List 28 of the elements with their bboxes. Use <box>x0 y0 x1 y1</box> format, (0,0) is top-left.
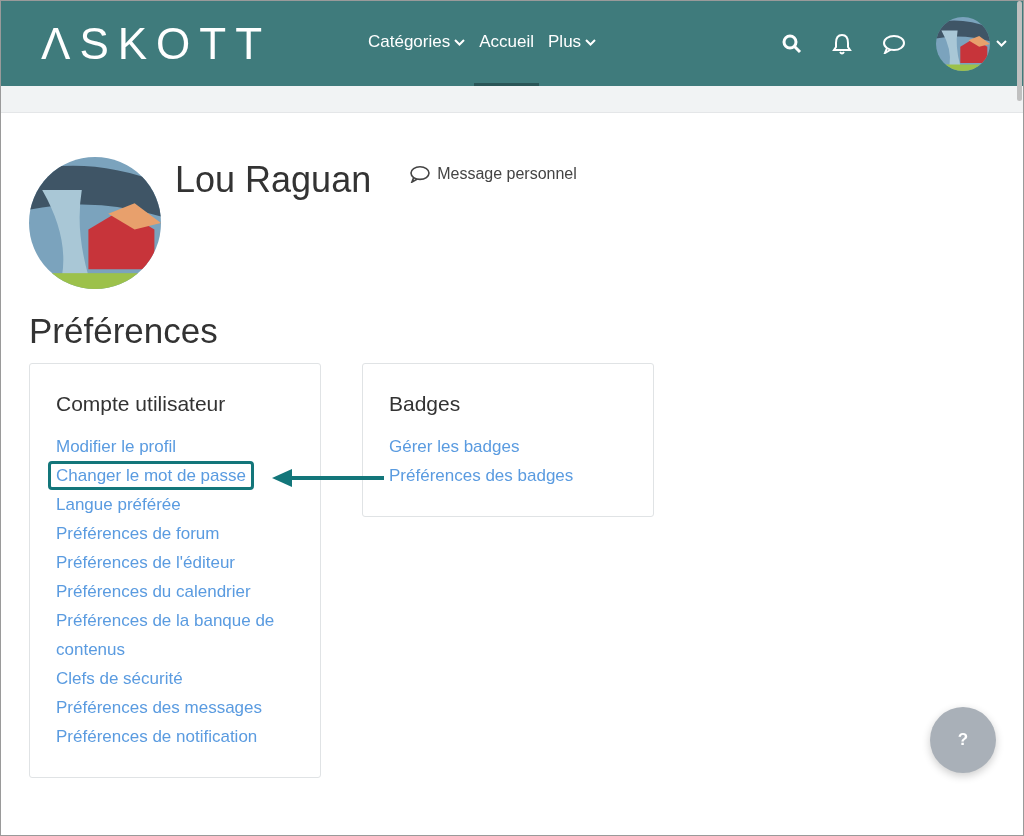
highlighted-link[interactable]: Changer le mot de passe <box>48 461 254 490</box>
nav-link[interactable]: Plus <box>543 1 602 86</box>
preference-link[interactable]: Gérer les badges <box>389 432 520 461</box>
search-icon[interactable] <box>782 33 802 54</box>
chevron-down-icon <box>996 40 1007 47</box>
card-title: Badges <box>389 392 462 416</box>
preference-link[interactable]: Préférences de l'éditeur <box>56 548 235 577</box>
site-logo[interactable]: ΛSKOTT <box>41 18 341 69</box>
preference-link[interactable]: Préférences de la banque de contenus <box>56 606 294 664</box>
preference-link[interactable]: Préférences de forum <box>56 519 220 548</box>
scrollbar-thumb[interactable] <box>1017 1 1022 101</box>
chat-bubble-icon[interactable] <box>882 33 906 54</box>
preference-link[interactable]: Préférences des badges <box>389 461 574 490</box>
nav-link[interactable]: Catégories <box>363 1 471 86</box>
preference-link[interactable]: Modifier le profil <box>56 432 176 461</box>
preference-link[interactable]: Langue préférée <box>56 490 181 519</box>
page-title: Préférences <box>29 311 219 351</box>
preference-link[interactable]: Clefs de sécurité <box>56 664 183 693</box>
avatar-drawing <box>936 16 990 71</box>
chat-bubble-icon <box>409 165 432 183</box>
bell-icon[interactable] <box>832 32 852 55</box>
preference-link[interactable]: Préférences de notification <box>56 722 258 751</box>
card-title: Compte utilisateur <box>56 392 227 416</box>
message-link[interactable]: Message personnel <box>409 165 577 183</box>
help-button[interactable]: ? <box>930 707 996 773</box>
preference-link[interactable]: Préférences des messages <box>56 693 262 722</box>
user-name: Lou Raguan <box>175 158 372 202</box>
preference-link[interactable]: Préférences du calendrier <box>56 577 251 606</box>
